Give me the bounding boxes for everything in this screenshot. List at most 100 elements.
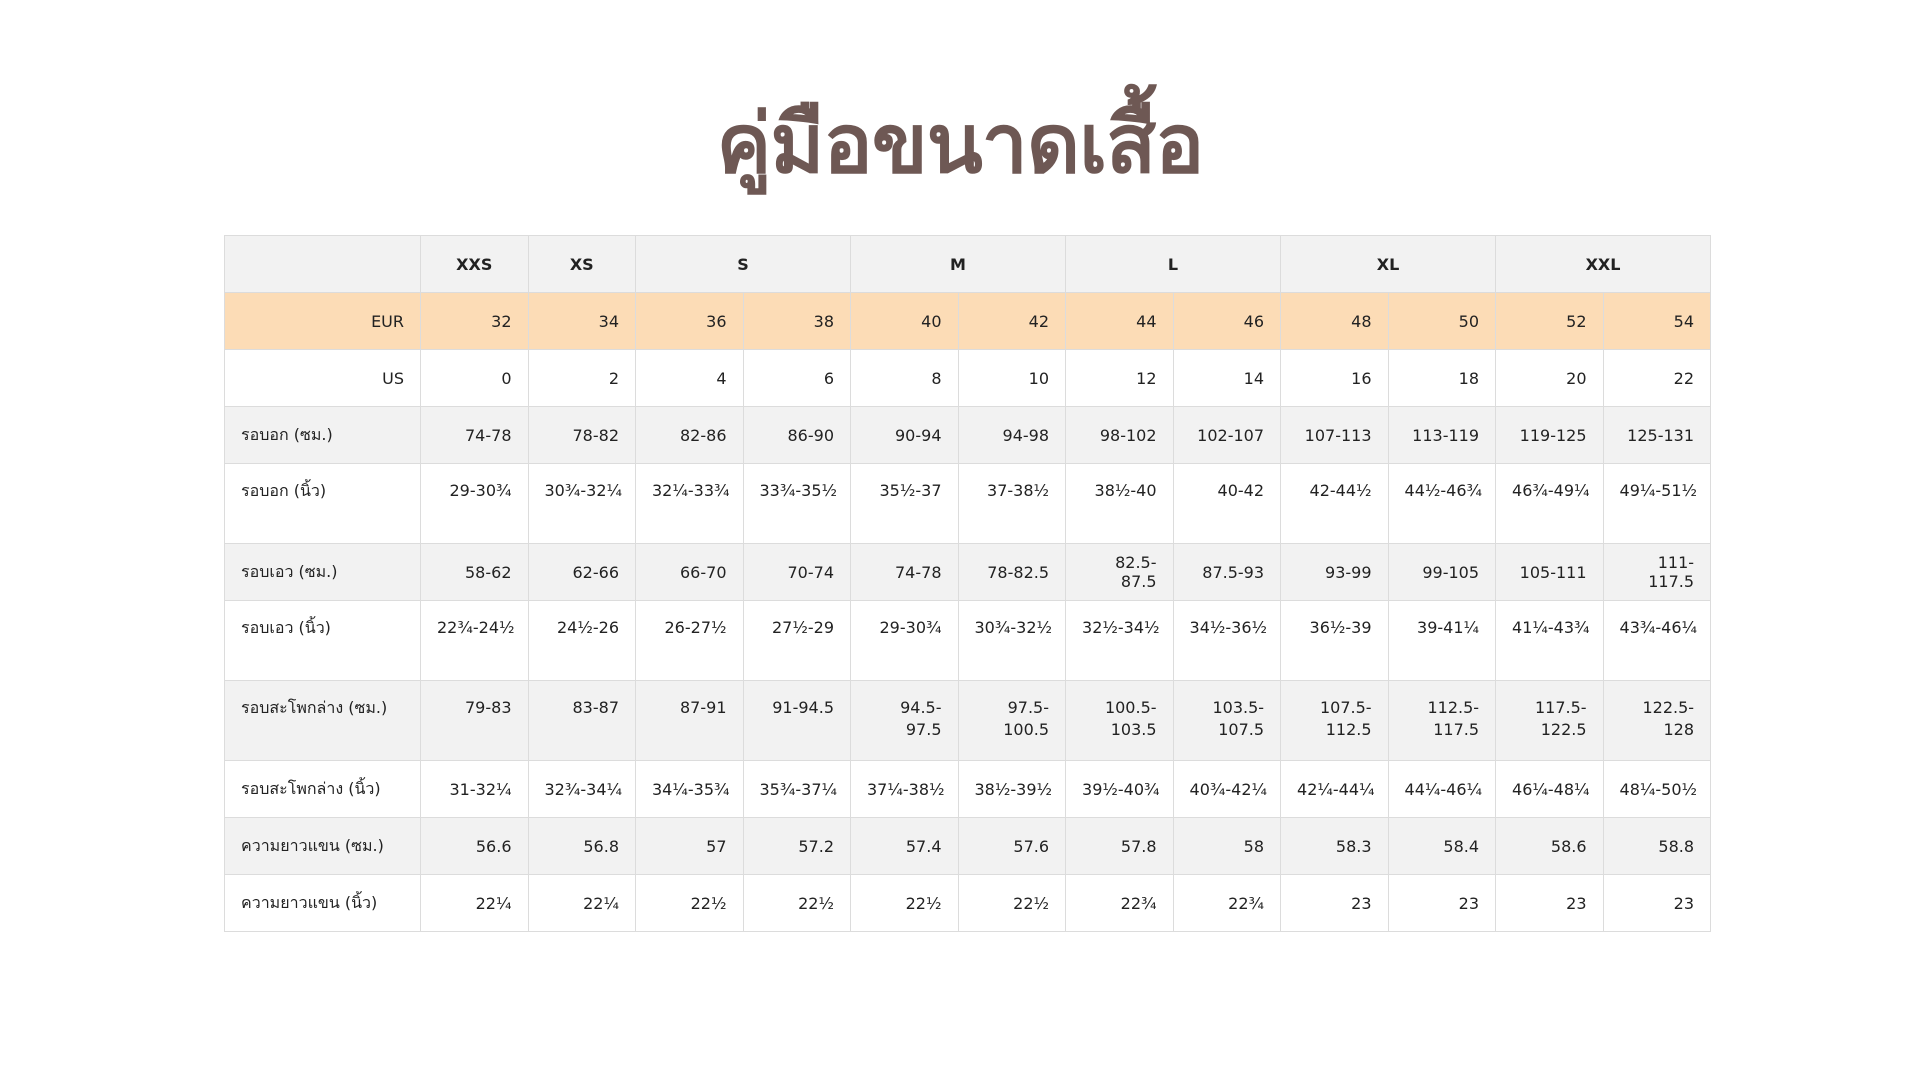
table-cell: 14	[1172, 349, 1282, 407]
table-cell: 56.8	[527, 817, 636, 875]
table-cell: 46¾-49¼	[1495, 463, 1604, 544]
table-cell: 34½-36½	[1172, 600, 1282, 681]
table-cell: 58	[1172, 817, 1282, 875]
table-cell: 122.5-128	[1602, 680, 1712, 761]
table-cell: 44	[1065, 292, 1174, 350]
table-cell: 125-131	[1602, 406, 1712, 464]
table-cell: 8	[850, 349, 959, 407]
table-cell: 22¾-24½	[420, 600, 529, 681]
table-cell: 18	[1387, 349, 1497, 407]
table-cell: 57.2	[742, 817, 851, 875]
table-cell: 30¾-32½	[957, 600, 1067, 681]
table-row: ความยาวแขน (ซม.) 56.6 56.8 57 57.2 57.4 57.6 5…	[224, 817, 1712, 875]
table-cell: 103.5-107.5	[1172, 680, 1282, 761]
table-cell: 46	[1172, 292, 1282, 350]
table-cell: 36	[635, 292, 744, 350]
table-cell: 20	[1495, 349, 1604, 407]
table-cell: 42¼-44¼	[1280, 760, 1389, 818]
table-cell: 42	[957, 292, 1067, 350]
table-cell: 40¾-42¼	[1172, 760, 1282, 818]
table-cell: 24½-26	[527, 600, 636, 681]
table-row: รอบอก (นิ้ว) 29-30¾ 30¾-32¼ 32¼-33¾ 33¾-35½…	[224, 463, 1712, 544]
table-cell: 44¼-46¼	[1387, 760, 1497, 818]
table-cell: 12	[1065, 349, 1174, 407]
table-cell: 38½-39½	[957, 760, 1067, 818]
table-cell: 54	[1602, 292, 1712, 350]
row-label: ความยาวแขน (ซม.)	[224, 817, 421, 875]
table-cell: 94-98	[957, 406, 1067, 464]
table-cell: 111-117.5	[1602, 543, 1712, 601]
table-cell: 99-105	[1387, 543, 1497, 601]
table-cell: 57.8	[1065, 817, 1174, 875]
table-cell: 44½-46¾	[1387, 463, 1497, 544]
table-cell: 22¼	[420, 874, 529, 932]
table-cell: 34¼-35¾	[635, 760, 744, 818]
table-cell: 66-70	[635, 543, 744, 601]
table-cell: 10	[957, 349, 1067, 407]
row-label: รอบอก (ซม.)	[224, 406, 421, 464]
size-header-xxl: XXL	[1495, 235, 1712, 293]
table-cell: 35¾-37¼	[742, 760, 851, 818]
table-cell: 22¼	[527, 874, 636, 932]
table-cell: 38½-40	[1065, 463, 1174, 544]
size-header-xxs: XXS	[420, 235, 529, 293]
table-cell: 37-38½	[957, 463, 1067, 544]
size-header-s: S	[635, 235, 851, 293]
table-row: รอบเอว (ซม.) 58-62 62-66 66-70 70-74 74-78 78…	[224, 543, 1712, 601]
table-cell: 58.6	[1495, 817, 1604, 875]
table-cell: 23	[1495, 874, 1604, 932]
row-label: EUR	[224, 292, 421, 350]
row-label: รอบสะโพกล่าง (ซม.)	[224, 680, 421, 761]
table-cell: 36½-39	[1280, 600, 1389, 681]
table-cell: 39½-40¾	[1065, 760, 1174, 818]
table-cell: 98-102	[1065, 406, 1174, 464]
table-cell: 22¾	[1172, 874, 1282, 932]
size-header-xl: XL	[1280, 235, 1497, 293]
table-row: EUR 32 34 36 38 40 42 44 46 48 50 52 54	[224, 292, 1712, 350]
table-cell: 57.6	[957, 817, 1067, 875]
table-cell: 74-78	[850, 543, 959, 601]
table-cell: 105-111	[1495, 543, 1604, 601]
table-cell: 70-74	[742, 543, 851, 601]
table-cell: 57.4	[850, 817, 959, 875]
table-cell: 48	[1280, 292, 1389, 350]
table-cell: 112.5-117.5	[1387, 680, 1497, 761]
row-label: รอบอก (นิ้ว)	[224, 463, 421, 544]
table-cell: 58-62	[420, 543, 529, 601]
table-cell: 41¼-43¾	[1495, 600, 1604, 681]
table-cell: 34	[527, 292, 636, 350]
table-cell: 91-94.5	[742, 680, 851, 761]
table-cell: 93-99	[1280, 543, 1389, 601]
row-label: รอบสะโพกล่าง (นิ้ว)	[224, 760, 421, 818]
table-row: รอบเอว (นิ้ว) 22¾-24½ 24½-26 26-27½ 27½-29 2…	[224, 600, 1712, 681]
table-cell: 90-94	[850, 406, 959, 464]
table-cell: 23	[1280, 874, 1389, 932]
table-cell: 119-125	[1495, 406, 1604, 464]
table-cell: 107-113	[1280, 406, 1389, 464]
table-cell: 23	[1387, 874, 1497, 932]
table-cell: 56.6	[420, 817, 529, 875]
table-cell: 30¾-32¼	[527, 463, 636, 544]
size-chart-table: XXS XS S M L XL XXL EUR 32 34 36 38 40 42 44 46…	[224, 235, 1712, 932]
table-row: รอบสะโพกล่าง (นิ้ว) 31-32¼ 32¾-34¼ 34¼-35¾…	[224, 760, 1712, 818]
table-cell: 39-41¼	[1387, 600, 1497, 681]
table-cell: 27½-29	[742, 600, 851, 681]
table-cell: 97.5-100.5	[957, 680, 1067, 761]
size-header-row: XXS XS S M L XL XXL	[224, 235, 1712, 293]
table-cell: 46¼-48¼	[1495, 760, 1604, 818]
table-cell: 49¼-51½	[1602, 463, 1712, 544]
table-cell: 35½-37	[850, 463, 959, 544]
table-cell: 29-30¾	[850, 600, 959, 681]
table-cell: 57	[635, 817, 744, 875]
table-cell: 22½	[957, 874, 1067, 932]
table-cell: 78-82	[527, 406, 636, 464]
table-cell: 83-87	[527, 680, 636, 761]
table-cell: 42-44½	[1280, 463, 1389, 544]
table-cell: 22½	[850, 874, 959, 932]
page-title: คู่มือขนาดเสื้อ	[716, 97, 1205, 192]
table-cell: 22¾	[1065, 874, 1174, 932]
table-row: ความยาวแขน (นิ้ว) 22¼ 22¼ 22½ 22½ 22½ 22½ 22¾ 2…	[224, 874, 1712, 932]
table-cell: 38	[742, 292, 851, 350]
row-label: US	[224, 349, 421, 407]
table-cell: 87-91	[635, 680, 744, 761]
